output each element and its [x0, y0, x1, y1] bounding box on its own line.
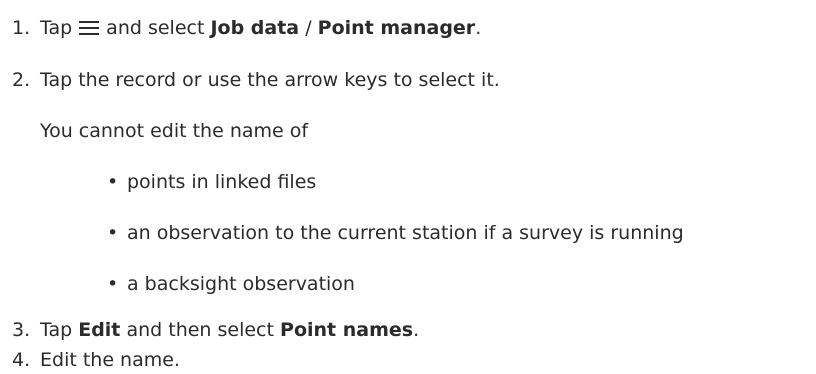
- menu-item-job-data: Job data: [210, 17, 300, 39]
- edit-button-label: Edit: [78, 319, 121, 341]
- step-number: 2.: [12, 69, 31, 91]
- step-text: Tap and select Job data / Point manager.: [40, 17, 482, 39]
- step-text: Edit the name.: [40, 349, 180, 371]
- step-number: 1.: [12, 17, 31, 39]
- hamburger-menu-icon: [79, 21, 100, 35]
- menu-item-point-manager: Point manager: [317, 17, 476, 39]
- step-number: 4.: [12, 349, 31, 371]
- step-text: Tap the record or use the arrow keys to …: [40, 69, 500, 91]
- bullet-icon: •: [107, 273, 119, 295]
- point-names-option: Point names: [280, 319, 414, 341]
- bullet-icon: •: [107, 171, 119, 193]
- step-number: 3.: [12, 319, 31, 341]
- step-2-note: You cannot edit the name of: [40, 120, 309, 142]
- bullet-icon: •: [107, 222, 119, 244]
- step-text: Tap Edit and then select Point names.: [40, 319, 420, 341]
